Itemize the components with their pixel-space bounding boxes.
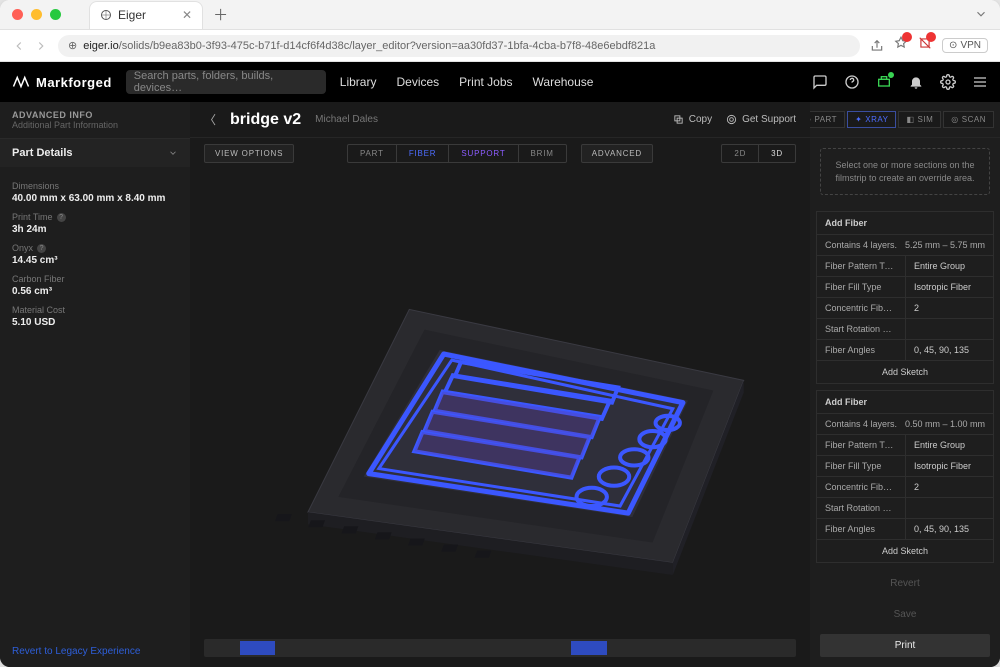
browser-window: Eiger ✕ ＋ ⊕ eiger.io /solids/b9ea83b0-3f…: [0, 0, 1000, 667]
support-button[interactable]: Get Support: [726, 114, 796, 125]
fiber-fill-select[interactable]: Isotropic Fiber: [905, 277, 993, 297]
add-sketch-button[interactable]: Add Sketch: [817, 361, 993, 383]
mode-fiber[interactable]: FIBER: [397, 145, 450, 162]
advanced-info-title: ADVANCED INFO: [12, 110, 178, 120]
view-2d[interactable]: 2D: [722, 145, 759, 162]
part-titlebar: 〈 bridge v2 Michael Dales Copy Get Suppo…: [190, 102, 810, 138]
lifebuoy-icon: [726, 114, 737, 125]
tab-title: Eiger: [118, 8, 146, 22]
fiber-group-title: Add Fiber: [817, 212, 993, 235]
detail-label: Dimensions: [12, 181, 178, 191]
fiber-group-1: Add Fiber Contains 4 layers.5.25 mm – 5.…: [816, 211, 994, 384]
revert-button[interactable]: Revert: [820, 572, 990, 595]
help-badge-icon[interactable]: ?: [37, 244, 46, 253]
filmstrip-selection[interactable]: [240, 641, 276, 655]
notifications-browser-button[interactable]: [918, 36, 932, 55]
brand-mark-icon: [12, 73, 30, 91]
legacy-link[interactable]: Revert to Legacy Experience: [0, 636, 190, 667]
expand-tabs-button[interactable]: [974, 7, 988, 21]
bell-icon[interactable]: [908, 74, 924, 90]
mode-support[interactable]: SUPPORT: [449, 145, 518, 162]
url-host: eiger.io: [83, 40, 118, 52]
help-icon[interactable]: [844, 74, 860, 90]
part-render: [237, 203, 764, 598]
url-path: /solids/b9ea83b0-3f93-475c-b71f-d14cf6f4…: [119, 40, 656, 52]
new-tab-button[interactable]: ＋: [213, 4, 228, 25]
share-icon[interactable]: [870, 39, 884, 53]
help-badge-icon[interactable]: ?: [57, 213, 66, 222]
chevron-down-icon: [168, 148, 178, 158]
start-rotation-input[interactable]: [905, 319, 993, 339]
part-owner: Michael Dales: [315, 114, 378, 125]
main-nav: Library Devices Print Jobs Warehouse: [340, 75, 594, 89]
fullscreen-window-button[interactable]: [50, 9, 61, 20]
nav-devices[interactable]: Devices: [396, 75, 439, 89]
fiber-group-title: Add Fiber: [817, 391, 993, 414]
center-toolbar: VIEW OPTIONS PART FIBER SUPPORT BRIM ADV…: [190, 138, 810, 168]
fiber-angles-input[interactable]: 0, 45, 90, 135: [905, 340, 993, 360]
chat-icon[interactable]: [812, 74, 828, 90]
close-tab-button[interactable]: ✕: [182, 8, 192, 22]
menu-icon[interactable]: [972, 74, 988, 90]
search-input[interactable]: Search parts, folders, builds, devices…: [126, 70, 326, 94]
close-window-button[interactable]: [12, 9, 23, 20]
right-panel: ◦ PART ✦ XRAY ◧ SIM ◎ SCAN Select one or…: [810, 102, 1000, 667]
part-details-body: Dimensions 40.00 mm x 63.00 mm x 8.40 mm…: [0, 167, 190, 340]
view-mode-tabs: ◦ PART ✦ XRAY ◧ SIM ◎ SCAN: [810, 102, 1000, 138]
mode-part[interactable]: PART: [348, 145, 397, 162]
tab-favicon-icon: [100, 9, 112, 21]
print-button[interactable]: Print: [820, 634, 990, 657]
fiber-pattern-select[interactable]: Entire Group: [905, 256, 993, 276]
advanced-button[interactable]: ADVANCED: [581, 144, 653, 163]
center-panel: 〈 bridge v2 Michael Dales Copy Get Suppo…: [190, 102, 810, 667]
nav-arrows: [12, 39, 48, 53]
detail-value: 40.00 mm x 63.00 mm x 8.40 mm: [12, 193, 178, 204]
minimize-window-button[interactable]: [31, 9, 42, 20]
back-button[interactable]: [12, 39, 26, 53]
nav-warehouse[interactable]: Warehouse: [533, 75, 594, 89]
mode-xray-tab[interactable]: ✦ XRAY: [847, 111, 896, 128]
browser-toolbar: ⊕ eiger.io /solids/b9ea83b0-3f93-475c-b7…: [0, 30, 1000, 62]
browser-tab-strip: Eiger ✕ ＋: [0, 0, 1000, 30]
dim-segment: 2D 3D: [721, 144, 796, 163]
window-controls: [12, 9, 61, 20]
app: Markforged Search parts, folders, builds…: [0, 62, 1000, 667]
save-button[interactable]: Save: [820, 603, 990, 626]
nav-library[interactable]: Library: [340, 75, 377, 89]
layer-mode-segment: PART FIBER SUPPORT BRIM: [347, 144, 567, 163]
header-icons: [812, 74, 988, 90]
copy-button[interactable]: Copy: [673, 114, 712, 125]
fiber-group-2: Add Fiber Contains 4 layers.0.50 mm – 1.…: [816, 390, 994, 563]
app-body: ADVANCED INFO Additional Part Informatio…: [0, 102, 1000, 667]
printer-status-icon[interactable]: [876, 74, 892, 90]
vpn-indicator[interactable]: ⊙ VPN: [942, 38, 988, 53]
concentric-rings-input[interactable]: 2: [905, 298, 993, 318]
browser-tab[interactable]: Eiger ✕: [89, 1, 203, 29]
forward-button[interactable]: [34, 39, 48, 53]
browser-right-controls: ⊙ VPN: [870, 36, 988, 55]
mode-brim[interactable]: BRIM: [519, 145, 566, 162]
mode-scan-tab[interactable]: ◎ SCAN: [943, 111, 994, 128]
part-name: bridge v2: [230, 111, 301, 129]
brand-logo[interactable]: Markforged: [12, 73, 112, 91]
copy-icon: [673, 114, 684, 125]
view-options-button[interactable]: VIEW OPTIONS: [204, 144, 294, 163]
back-icon[interactable]: 〈: [204, 111, 216, 128]
extensions-button[interactable]: [894, 36, 908, 55]
gear-icon[interactable]: [940, 74, 956, 90]
filmstrip-selection[interactable]: [571, 641, 607, 655]
advanced-info-sub: Additional Part Information: [12, 120, 178, 130]
nav-print-jobs[interactable]: Print Jobs: [459, 75, 512, 89]
left-panel: ADVANCED INFO Additional Part Informatio…: [0, 102, 190, 667]
advanced-info-block: ADVANCED INFO Additional Part Informatio…: [0, 102, 190, 139]
part-details-header[interactable]: Part Details: [0, 139, 190, 167]
layer-filmstrip[interactable]: [204, 639, 796, 657]
view-3d[interactable]: 3D: [759, 145, 795, 162]
right-hint: Select one or more sections on the films…: [820, 148, 990, 195]
app-header: Markforged Search parts, folders, builds…: [0, 62, 1000, 102]
address-bar[interactable]: ⊕ eiger.io /solids/b9ea83b0-3f93-475c-b7…: [58, 35, 860, 57]
3d-viewport[interactable]: [190, 168, 810, 633]
mode-sim-tab[interactable]: ◧ SIM: [898, 111, 941, 128]
add-sketch-button[interactable]: Add Sketch: [817, 540, 993, 562]
